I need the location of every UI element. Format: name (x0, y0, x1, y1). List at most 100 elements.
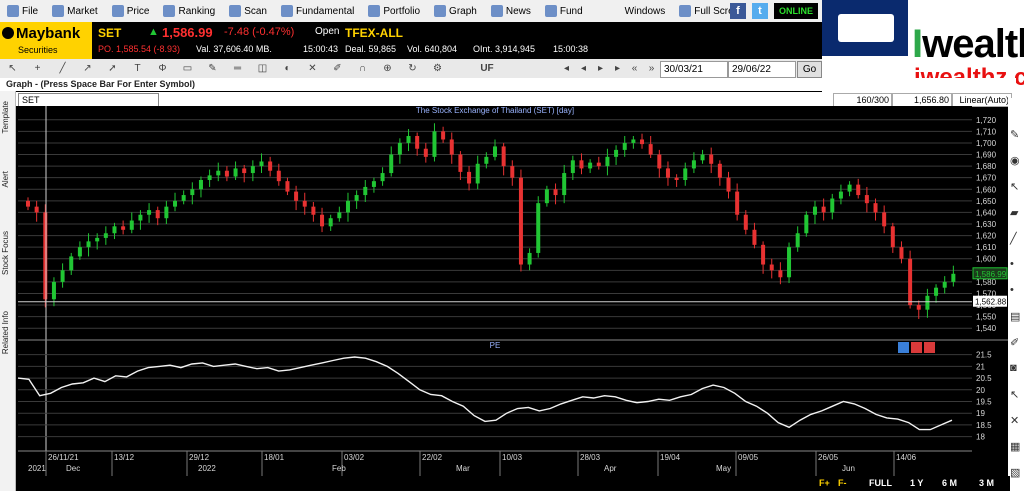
palette-icon[interactable]: ▧ (1010, 466, 1022, 479)
range-6m-button[interactable]: 6 M (942, 478, 957, 488)
nav-next-icon[interactable]: ▸ (594, 62, 607, 75)
color-icon[interactable]: ▦ (1010, 440, 1022, 453)
chart-title: The Stock Exchange of Thailand (SET) [da… (416, 106, 574, 115)
nav-right-icon[interactable]: » (645, 62, 658, 75)
candle-body (614, 149, 619, 157)
price-tick-label: 1,600 (976, 255, 997, 264)
pe-up-icon[interactable] (898, 342, 909, 353)
box-icon[interactable]: ▭ (181, 62, 194, 75)
menu-item-windows[interactable]: Windows (618, 6, 673, 17)
facebook-icon[interactable]: f (730, 3, 746, 19)
tab-template[interactable]: Template (1, 101, 10, 133)
settings-icon[interactable]: ⚙ (431, 62, 444, 75)
note-icon[interactable]: ▤ (1010, 310, 1022, 323)
pe-tick-label: 21.5 (976, 351, 992, 360)
range-3m-button[interactable]: 3 M (979, 478, 994, 488)
menu-item-ranking[interactable]: Ranking (156, 5, 222, 17)
magnet-icon[interactable]: ∩ (356, 62, 369, 75)
scale-select[interactable]: Linear(Auto) (952, 93, 1012, 107)
candle-body (449, 139, 454, 155)
candle-body (207, 175, 212, 180)
trend-icon[interactable]: ↗ (81, 62, 94, 75)
brush-icon[interactable]: ╱ (1010, 232, 1022, 245)
color-icon[interactable]: ◐ (281, 62, 294, 75)
cursor-icon[interactable]: ↖ (6, 62, 19, 75)
zoom-icon[interactable]: ⊕ (381, 62, 394, 75)
uf-button[interactable]: UF (478, 62, 496, 75)
delete-icon[interactable]: ✕ (306, 62, 319, 75)
candle-body (389, 154, 394, 174)
nav-last-icon[interactable]: ▸ (611, 62, 624, 75)
date-from-input[interactable]: 30/03/21 (660, 61, 728, 78)
crosshair-icon[interactable]: + (31, 62, 44, 75)
candle-body (674, 177, 679, 180)
price-tick-label: 1,550 (976, 313, 997, 322)
menu-item-news[interactable]: News (484, 5, 538, 17)
date-to-input[interactable]: 29/06/22 (728, 61, 796, 78)
last-price-label: 1,586.99 (975, 270, 1007, 279)
tab-related-info[interactable]: Related Info (1, 311, 10, 354)
dot-icon[interactable]: • (1010, 258, 1022, 270)
refresh-icon[interactable]: ↻ (406, 62, 419, 75)
price-tick-label: 1,620 (976, 232, 997, 241)
edit-icon[interactable]: ✎ (1010, 128, 1022, 141)
range-full-button[interactable]: FULL (869, 478, 892, 488)
candle-body (951, 273, 956, 282)
candle-body (190, 189, 195, 196)
tab-alert[interactable]: Alert (1, 171, 10, 187)
candle-body (259, 161, 264, 167)
arrow-icon[interactable]: ➚ (106, 62, 119, 75)
paint-icon[interactable]: ◫ (256, 62, 269, 75)
candle-body (908, 258, 913, 306)
candle-body (691, 160, 696, 169)
symbol-input[interactable]: SET (18, 93, 159, 107)
menu-item-file[interactable]: File (0, 5, 45, 17)
nav-left-icon[interactable]: « (628, 62, 641, 75)
fib-icon[interactable]: Φ (156, 62, 169, 75)
x-date-label: 03/02 (344, 453, 365, 462)
pe-down-icon[interactable] (911, 342, 922, 353)
point-icon[interactable]: • (1010, 284, 1022, 296)
menu-item-portfolio[interactable]: Portfolio (361, 5, 427, 17)
menu-item-market[interactable]: Market (45, 5, 105, 17)
menu-item-fundamental[interactable]: Fundamental (274, 5, 361, 17)
lines-icon[interactable]: ═ (231, 62, 244, 75)
stock-chart[interactable]: 1,5401,5501,5601,5701,5801,5901,6001,610… (16, 106, 1008, 476)
eraser-icon[interactable]: ▰ (1010, 206, 1022, 219)
eye-icon[interactable]: ◉ (1010, 154, 1022, 167)
nav-prev-icon[interactable]: ◂ (577, 62, 590, 75)
candle-body (743, 214, 748, 230)
candle-body (415, 136, 420, 149)
menu-item-graph[interactable]: Graph (427, 5, 484, 17)
candle-body (648, 144, 653, 155)
candle-body (216, 170, 221, 176)
nav-first-icon[interactable]: ◂ (560, 62, 573, 75)
pen-icon[interactable]: ✎ (206, 62, 219, 75)
menu-item-price[interactable]: Price (105, 5, 157, 17)
zoom-in-icon[interactable]: F+ (819, 478, 830, 488)
pointer-icon[interactable]: ↖ (1010, 180, 1022, 193)
range-1y-button[interactable]: 1 Y (910, 478, 923, 488)
zoom-out-icon[interactable]: F- (838, 478, 847, 488)
camera-icon[interactable]: ◙ (1010, 362, 1022, 374)
line-icon[interactable]: ╱ (56, 62, 69, 75)
candle-body (320, 214, 325, 227)
marker-icon[interactable]: ✐ (331, 62, 344, 75)
pe-close-icon[interactable] (924, 342, 935, 353)
candle-body (579, 160, 584, 169)
draw-icon[interactable]: ✐ (1010, 336, 1022, 349)
text-icon[interactable]: T (131, 62, 144, 75)
go-button[interactable]: Go (797, 61, 822, 78)
tfex-symbol[interactable]: TFEX-ALL (345, 26, 403, 40)
menu-item-scan[interactable]: Scan (222, 5, 274, 17)
twitter-icon[interactable]: t (752, 3, 768, 19)
tab-stock-focus[interactable]: Stock Focus (1, 231, 10, 275)
quote-symbol[interactable]: SET (98, 26, 121, 40)
cursor-alt-icon[interactable]: ↖ (1010, 388, 1022, 401)
symbol-row (16, 92, 976, 106)
candle-body (69, 256, 74, 271)
file-icon (7, 5, 19, 17)
candle-body (562, 173, 567, 196)
menu-item-fund[interactable]: Fund (538, 5, 590, 17)
x-icon[interactable]: ✕ (1010, 414, 1022, 427)
